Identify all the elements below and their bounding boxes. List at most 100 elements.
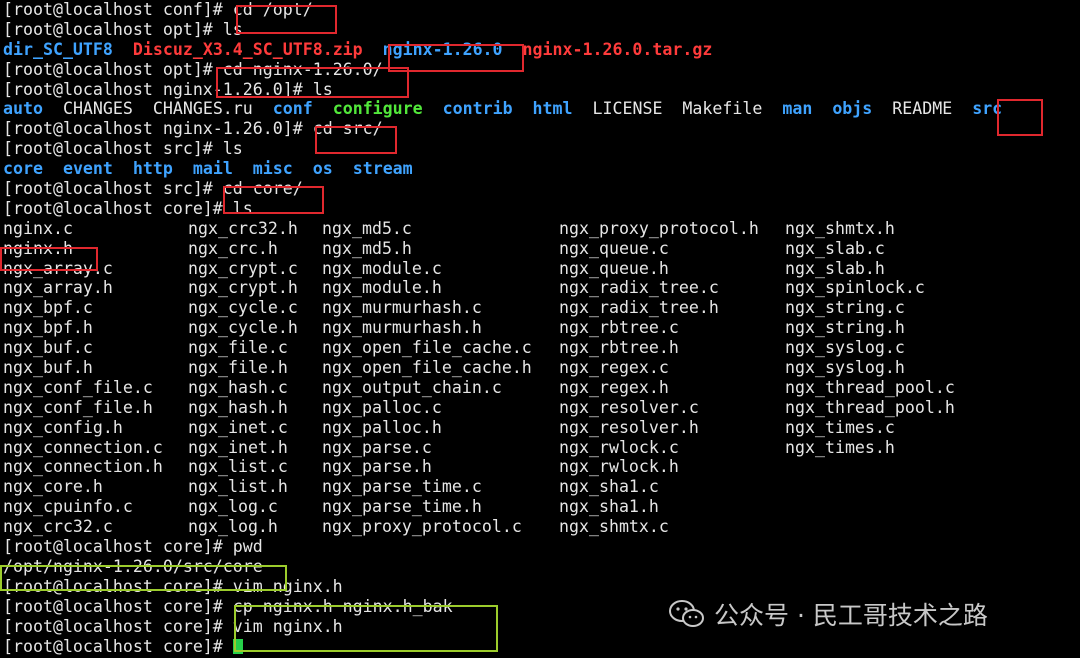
ls-output-line: auto CHANGES CHANGES.ru conf configure c…	[3, 99, 1080, 119]
file-grid-row: nginx.c ngx_crc32.h ngx_md5.c ngx_proxy_pro…	[3, 219, 1080, 239]
shell-prompt: [root@localhost opt]#	[3, 19, 223, 39]
file-entry: nginx.h	[3, 238, 73, 258]
file-entry: ngx_queue.c	[559, 238, 669, 258]
shell-prompt: [root@localhost core]#	[3, 636, 233, 656]
archive-entry: nginx-1.26.0.tar.gz	[522, 39, 713, 59]
file-entry: ngx_slab.c	[785, 238, 885, 258]
file-entry: ngx_string.c	[785, 298, 905, 318]
file-entry: ngx_inet.c	[188, 417, 288, 437]
file-entry: ngx_string.h	[785, 318, 905, 338]
file-entry: ngx_crypt.h	[188, 278, 298, 298]
shell-prompt: [root@localhost nginx-1.26.0]#	[3, 79, 313, 99]
file-entry: ngx_conf_file.c	[3, 377, 153, 397]
file-entry: ngx_conf_file.h	[3, 397, 153, 417]
file-entry: ngx_shmtx.c	[559, 517, 669, 537]
shell-command: pwd	[232, 537, 263, 557]
file-entry: ngx_list.h	[188, 477, 288, 497]
shell-command: cd /opt/	[232, 0, 313, 19]
file-entry: ngx_murmurhash.c	[322, 298, 482, 318]
shell-command: cd core/	[222, 179, 303, 199]
file-entry: ngx_core.h	[3, 477, 103, 497]
active-prompt-line: [root@localhost core]#	[3, 637, 1080, 657]
file-entry: CHANGES.ru	[152, 99, 253, 119]
ls-output-line: core event http mail misc os stream	[3, 159, 1080, 179]
file-entry: ngx_list.c	[188, 457, 288, 477]
shell-prompt: [root@localhost src]#	[3, 139, 223, 159]
file-entry: ngx_bpf.c	[3, 298, 93, 318]
file-entry: ngx_module.h	[322, 278, 442, 298]
file-entry: ngx_md5.c	[322, 218, 412, 238]
file-grid-row: ngx_bpf.c ngx_cycle.c ngx_murmurhash.c ngx_…	[3, 298, 1080, 318]
directory-entry: man	[782, 99, 813, 119]
file-grid-row: ngx_cpuinfo.c ngx_log.c ngx_parse_time.h ng…	[3, 497, 1080, 517]
directory-entry: contrib	[442, 99, 513, 119]
file-entry: ngx_palloc.c	[322, 397, 442, 417]
file-entry: ngx_proxy_protocol.h	[559, 218, 759, 238]
directory-entry: dir_SC_UTF8	[3, 39, 113, 59]
file-grid-row: ngx_array.c ngx_crypt.c ngx_module.c ngx_qu…	[3, 259, 1080, 279]
shell-command: cd src/	[312, 119, 383, 139]
command-line: [root@localhost opt]# ls	[3, 20, 1080, 40]
watermark-text: 公众号 · 民工哥技术之路	[714, 601, 988, 630]
directory-entry: conf	[272, 99, 313, 119]
file-entry: ngx_spinlock.c	[785, 278, 925, 298]
file-entry: LICENSE	[592, 99, 663, 119]
shell-prompt: [root@localhost core]#	[3, 596, 233, 616]
file-entry: ngx_sha1.c	[559, 477, 659, 497]
shell-prompt: [root@localhost src]#	[3, 179, 223, 199]
file-entry: ngx_thread_pool.c	[785, 377, 955, 397]
file-entry: ngx_queue.h	[559, 258, 669, 278]
file-entry: ngx_regex.h	[559, 377, 669, 397]
file-entry: ngx_syslog.h	[785, 358, 905, 378]
shell-prompt: [root@localhost core]#	[3, 537, 233, 557]
file-grid-row: nginx.h ngx_crc.h ngx_md5.h ngx_queue.c ngx_…	[3, 239, 1080, 259]
directory-entry: objs	[832, 99, 873, 119]
shell-command: vim nginx.h	[232, 576, 343, 596]
file-entry: ngx_rwlock.h	[559, 457, 679, 477]
executable-entry: configure	[332, 99, 423, 119]
file-entry: ngx_hash.h	[188, 397, 288, 417]
file-grid-row: ngx_array.h ngx_crypt.h ngx_module.h ngx_ra…	[3, 278, 1080, 298]
file-entry: CHANGES	[62, 99, 133, 119]
file-entry: ngx_resolver.c	[559, 397, 699, 417]
file-entry: ngx_config.h	[3, 417, 123, 437]
file-entry: ngx_parse_time.h	[322, 497, 482, 517]
file-entry: ngx_array.c	[3, 258, 113, 278]
file-entry: ngx_buf.h	[3, 358, 93, 378]
command-line: [root@localhost conf]# cd /opt/	[3, 0, 1080, 20]
shell-prompt: [root@localhost core]#	[3, 616, 233, 636]
file-entry: ngx_thread_pool.h	[785, 397, 955, 417]
file-grid-row: ngx_connection.c ngx_inet.h ngx_parse.c ngx…	[3, 438, 1080, 458]
command-line: [root@localhost nginx-1.26.0]# ls	[3, 80, 1080, 100]
file-grid-row: ngx_conf_file.h ngx_hash.h ngx_palloc.c ngx…	[3, 398, 1080, 418]
file-grid-row: ngx_conf_file.c ngx_hash.c ngx_output_chai…	[3, 378, 1080, 398]
file-entry: ngx_murmurhash.h	[322, 318, 482, 338]
file-entry: ngx_connection.c	[3, 437, 163, 457]
file-entry: ngx_sha1.h	[559, 497, 659, 517]
terminal-cursor[interactable]	[232, 638, 243, 654]
shell-prompt: [root@localhost opt]#	[3, 59, 223, 79]
file-entry: ngx_open_file_cache.c	[322, 338, 532, 358]
file-entry: ngx_radix_tree.h	[559, 298, 719, 318]
file-entry: ngx_md5.h	[322, 238, 412, 258]
wechat-icon	[669, 600, 704, 627]
file-entry: ngx_module.c	[322, 258, 442, 278]
file-entry: ngx_parse_time.c	[322, 477, 482, 497]
file-entry: ngx_log.h	[188, 517, 278, 537]
file-entry: ngx_cpuinfo.c	[3, 497, 133, 517]
directory-entry: core	[3, 159, 43, 179]
file-entry: ngx_slab.h	[785, 258, 885, 278]
shell-command: ls	[312, 79, 333, 99]
terminal-window[interactable]: [root@localhost conf]# cd /opt/[root@loc…	[3, 0, 1080, 658]
file-entry: ngx_resolver.h	[559, 417, 699, 437]
file-entry: ngx_crc.h	[188, 238, 278, 258]
file-entry: ngx_file.c	[188, 338, 288, 358]
file-entry: ngx_cycle.h	[188, 318, 298, 338]
directory-entry: nginx-1.26.0	[382, 39, 503, 59]
file-entry: ngx_times.c	[785, 417, 895, 437]
file-entry: ngx_rwlock.c	[559, 437, 679, 457]
file-entry: ngx_output_chain.c	[322, 377, 502, 397]
file-grid-row: ngx_buf.c ngx_file.c ngx_open_file_cache.c…	[3, 338, 1080, 358]
shell-command: ls	[222, 139, 243, 159]
directory-entry: mail	[192, 159, 233, 179]
